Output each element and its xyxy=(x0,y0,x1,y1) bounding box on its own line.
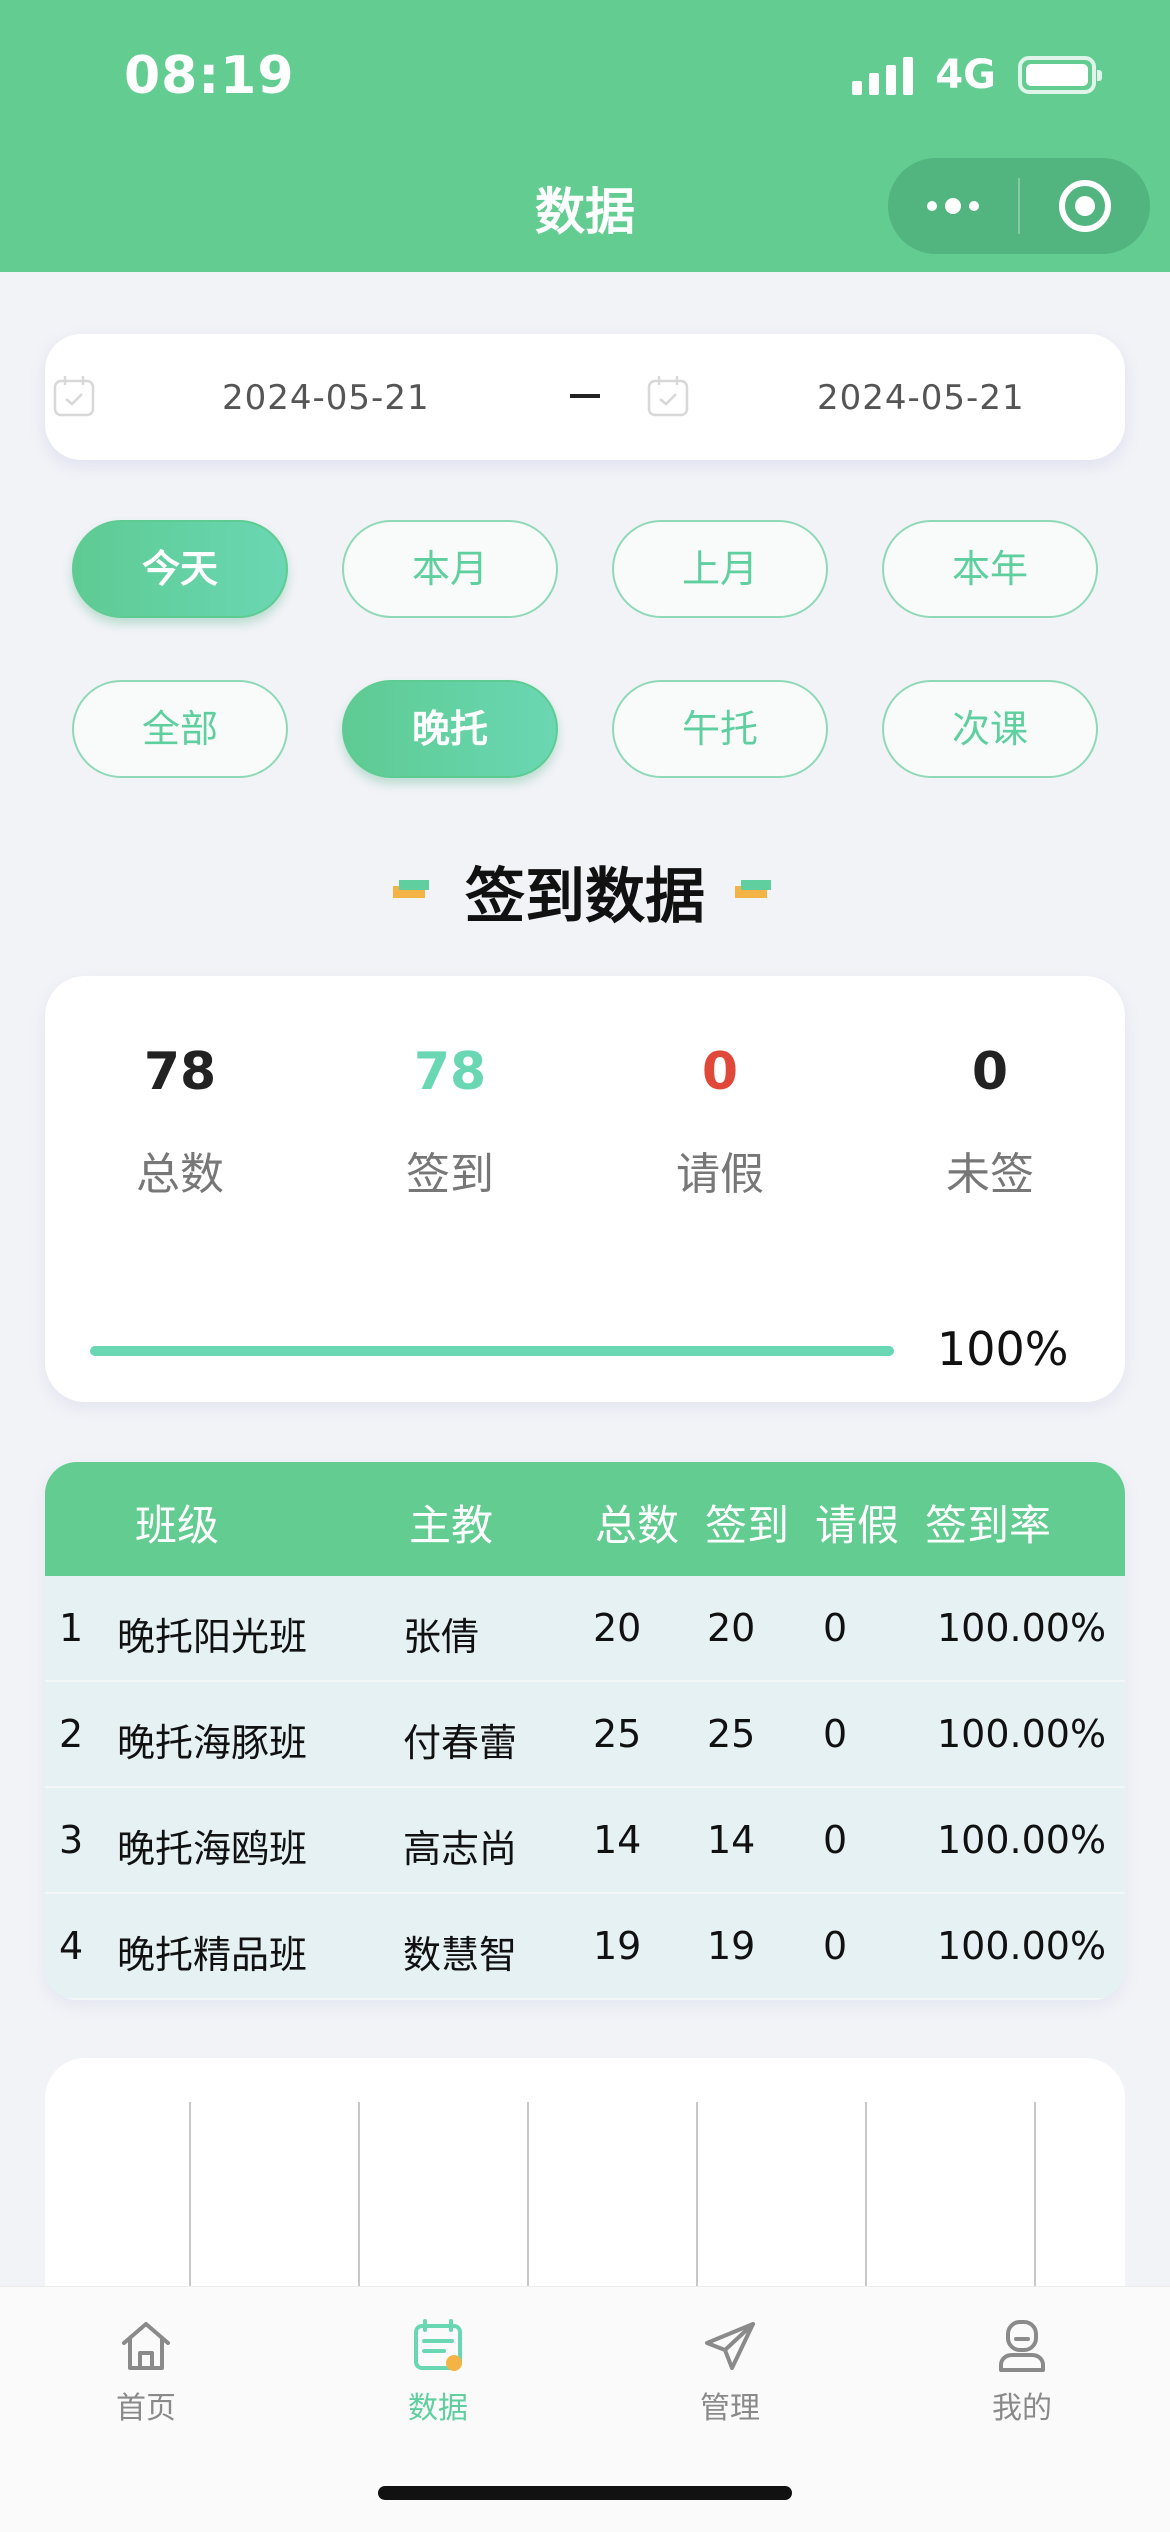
class-name: 晚托精品班 xyxy=(117,1933,308,1977)
tab-label: 数据 xyxy=(408,2391,468,2426)
table-row[interactable]: 1 晚托阳光班 张倩 20 20 0 100.00% xyxy=(45,1576,1125,1682)
total-count: 14 xyxy=(593,1818,642,1862)
teacher-name: 付春蕾 xyxy=(403,1721,518,1765)
checkin-rate: 100.00% xyxy=(937,1712,1107,1756)
col-teacher: 主教 xyxy=(409,1501,494,1550)
close-miniprogram-icon[interactable] xyxy=(1020,180,1150,232)
row-index: 3 xyxy=(59,1818,84,1862)
tab-mine[interactable]: 我的 xyxy=(876,2317,1168,2427)
stat-total: 78 总数 xyxy=(45,1042,315,1202)
col-class: 班级 xyxy=(135,1501,220,1550)
teacher-name: 数慧智 xyxy=(403,1933,518,1977)
checkin-progress-bar xyxy=(90,1346,894,1356)
table-row[interactable]: 4 晚托精品班 数慧智 19 19 0 100.00% xyxy=(45,1894,1125,2000)
leave-count: 0 xyxy=(823,1606,848,1650)
mini-program-capsule xyxy=(888,158,1150,254)
tab-home[interactable]: 首页 xyxy=(0,2317,292,2427)
network-type: 4G xyxy=(935,52,996,98)
stat-label: 请假 xyxy=(676,1149,764,1200)
progress-percent: 100% xyxy=(937,1322,1069,1376)
checkin-count: 14 xyxy=(707,1818,756,1862)
checkin-count: 19 xyxy=(707,1924,756,1968)
table-row[interactable]: 3 晚托海鸥班 高志尚 14 14 0 100.00% xyxy=(45,1788,1125,1894)
leave-count: 0 xyxy=(823,1712,848,1756)
tab-label: 我的 xyxy=(992,2391,1052,2426)
range-separator xyxy=(570,394,600,398)
filter-all[interactable]: 全部 xyxy=(72,680,288,778)
teacher-name: 高志尚 xyxy=(403,1827,518,1871)
stat-value: 78 xyxy=(413,1042,487,1102)
header-bar: 08:19 4G 数据 xyxy=(0,0,1170,272)
tab-label: 管理 xyxy=(700,2391,760,2426)
checkin-count: 20 xyxy=(707,1606,756,1650)
stat-checked-in: 78 签到 xyxy=(315,1042,585,1202)
stat-label: 总数 xyxy=(136,1149,224,1200)
checkin-rate: 100.00% xyxy=(937,1924,1107,1968)
stat-value: 0 xyxy=(971,1042,1009,1102)
home-indicator xyxy=(378,2486,792,2500)
battery-icon xyxy=(1018,56,1102,94)
class-name: 晚托海鸥班 xyxy=(117,1827,308,1871)
filter-noon-care[interactable]: 午托 xyxy=(612,680,828,778)
filter-evening-care[interactable]: 晚托 xyxy=(342,680,558,778)
calendar-icon[interactable] xyxy=(646,374,690,418)
total-count: 20 xyxy=(593,1606,642,1650)
filter-this-year[interactable]: 本年 xyxy=(882,520,1098,618)
data-icon xyxy=(414,2319,462,2371)
stat-label: 签到 xyxy=(406,1149,494,1200)
stat-value: 78 xyxy=(143,1042,217,1102)
total-count: 25 xyxy=(593,1712,642,1756)
filter-lesson[interactable]: 次课 xyxy=(882,680,1098,778)
title-decoration xyxy=(735,880,771,900)
col-checked-in: 签到 xyxy=(705,1501,790,1550)
tab-label: 首页 xyxy=(116,2391,176,2426)
row-index: 2 xyxy=(59,1712,84,1756)
home-icon xyxy=(122,2322,170,2370)
tab-manage[interactable]: 管理 xyxy=(584,2317,876,2427)
leave-count: 0 xyxy=(823,1924,848,1968)
stat-not-signed: 0 未签 xyxy=(855,1042,1125,1202)
progress-fill xyxy=(90,1346,894,1356)
class-name: 晚托阳光班 xyxy=(117,1615,308,1659)
checkin-count: 25 xyxy=(707,1712,756,1756)
start-date[interactable]: 2024-05-21 xyxy=(222,378,430,418)
tab-data[interactable]: 数据 xyxy=(292,2317,584,2427)
status-time: 08:19 xyxy=(124,46,295,106)
row-index: 4 xyxy=(59,1924,84,1968)
teacher-name: 张倩 xyxy=(403,1615,480,1659)
class-checkin-table: 班级 主教 总数 签到 请假 签到率 1 晚托阳光班 张倩 20 20 0 100.00% 2… xyxy=(45,1462,1125,2000)
filter-this-month[interactable]: 本月 xyxy=(342,520,558,618)
stat-value: 0 xyxy=(701,1042,739,1102)
col-leave: 请假 xyxy=(815,1501,900,1550)
checkin-stats-card: 78 总数 78 签到 0 请假 0 未签 100% xyxy=(45,976,1125,1402)
filter-last-month[interactable]: 上月 xyxy=(612,520,828,618)
class-name: 晚托海豚班 xyxy=(117,1721,308,1765)
signal-icon xyxy=(852,55,914,95)
leave-count: 0 xyxy=(823,1818,848,1862)
table-row[interactable]: 2 晚托海豚班 付春蕾 25 25 0 100.00% xyxy=(45,1682,1125,1788)
filter-today[interactable]: 今天 xyxy=(72,520,288,618)
end-date[interactable]: 2024-05-21 xyxy=(817,378,1025,418)
stat-label: 未签 xyxy=(946,1149,1034,1200)
row-index: 1 xyxy=(59,1606,84,1650)
user-icon xyxy=(999,2320,1045,2372)
col-rate: 签到率 xyxy=(925,1501,1052,1550)
date-range-picker: 2024-05-21 2024-05-21 xyxy=(45,334,1125,460)
send-icon xyxy=(705,2322,755,2370)
col-total: 总数 xyxy=(595,1501,680,1550)
stat-leave: 0 请假 xyxy=(585,1042,855,1202)
total-count: 19 xyxy=(593,1924,642,1968)
checkin-rate: 100.00% xyxy=(937,1606,1107,1650)
more-icon[interactable] xyxy=(888,198,1018,214)
status-icons: 4G xyxy=(852,52,1102,98)
checkin-rate: 100.00% xyxy=(937,1818,1107,1862)
table-header: 班级 主教 总数 签到 请假 签到率 xyxy=(45,1462,1125,1576)
section-title: 签到数据 xyxy=(465,862,705,932)
calendar-icon[interactable] xyxy=(52,374,96,418)
